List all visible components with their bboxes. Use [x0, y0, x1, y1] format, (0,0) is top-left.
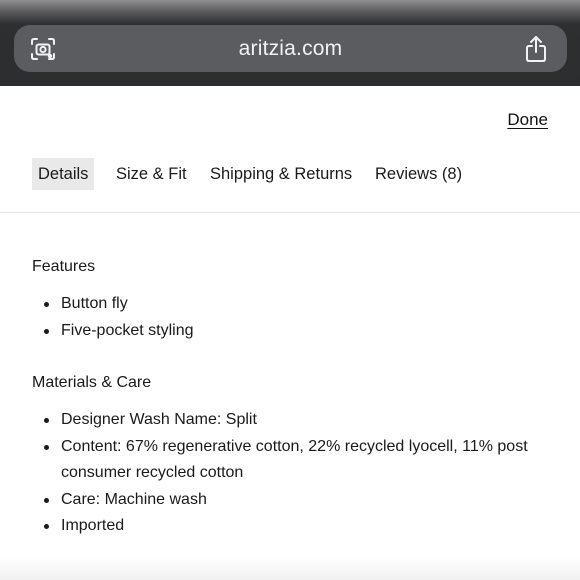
list-item: Imported [44, 513, 531, 540]
list-item: Five-pocket styling [44, 318, 194, 345]
tab-reviews[interactable]: Reviews (8) [375, 158, 462, 190]
share-icon[interactable] [524, 35, 548, 63]
list-item: Designer Wash Name: Split [44, 407, 531, 434]
bottom-fade [0, 556, 580, 580]
features-list: Button fly Five-pocket styling [44, 291, 194, 344]
features-heading: Features [32, 258, 96, 275]
address-bar[interactable]: aritzia.com [14, 25, 567, 72]
list-item: Button fly [44, 291, 194, 318]
tab-details[interactable]: Details [32, 158, 95, 190]
done-button[interactable]: Done [507, 110, 548, 130]
tab-size-fit[interactable]: Size & Fit [116, 158, 187, 190]
tab-shipping-returns[interactable]: Shipping & Returns [210, 158, 352, 190]
materials-care-heading: Materials & Care [32, 374, 152, 391]
tabs-divider [0, 212, 580, 213]
url-text[interactable]: aritzia.com [14, 25, 567, 72]
list-item: Care: Machine wash [44, 487, 531, 514]
materials-list: Designer Wash Name: Split Content: 67% r… [44, 407, 531, 540]
list-item: Content: 67% regenerative cotton, 22% re… [44, 434, 531, 487]
browser-toolbar: aritzia.com [0, 0, 580, 86]
